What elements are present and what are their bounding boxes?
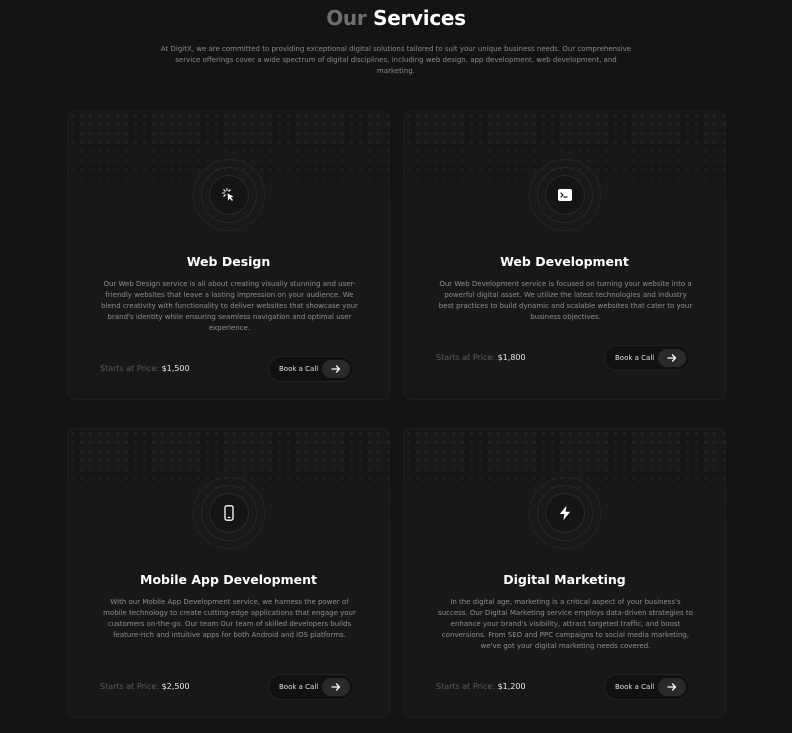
page-title: Our Services: [0, 6, 792, 30]
arrow-right-icon: [322, 360, 350, 378]
card-description: With our Mobile App Development service,…: [103, 598, 356, 639]
button-label: Book a Call: [615, 354, 655, 362]
price-value: $1,200: [497, 682, 526, 691]
service-card-web-development: Web Development Our Web Development serv…: [403, 110, 726, 400]
card-title: Digital Marketing: [503, 572, 626, 587]
price-line: Starts at Price: $1,200: [436, 682, 526, 691]
book-a-call-button[interactable]: Book a Call: [268, 356, 354, 382]
services-page: Our Services At DigitX, we are committed…: [0, 0, 792, 733]
card-description: Our Web Development service is focused o…: [438, 280, 693, 321]
mobile-phone-icon: [221, 505, 237, 521]
card-description: Our Web Design service is all about crea…: [101, 280, 358, 332]
book-a-call-button[interactable]: Book a Call: [604, 674, 690, 700]
service-card-web-design: Web Design Our Web Design service is all…: [67, 110, 390, 400]
page-title-main: Services: [373, 6, 466, 30]
book-a-call-button[interactable]: Book a Call: [268, 674, 354, 700]
price-value: $1,800: [497, 353, 526, 362]
price-value: $2,500: [161, 682, 190, 691]
price-line: Starts at Price: $2,500: [100, 682, 190, 691]
price-label: Starts at Price:: [436, 353, 496, 362]
book-a-call-button[interactable]: Book a Call: [604, 345, 690, 371]
price-label: Starts at Price:: [100, 682, 160, 691]
card-title: Web Design: [186, 254, 271, 269]
lightning-bolt-icon: [557, 505, 573, 521]
card-title: Mobile App Development: [140, 572, 317, 587]
card-description: In the digital age, marketing is a criti…: [438, 598, 693, 650]
service-card-digital-marketing: Digital Marketing In the digital age, ma…: [403, 428, 726, 718]
arrow-right-icon: [658, 678, 686, 696]
arrow-right-icon: [322, 678, 350, 696]
price-line: Starts at Price: $1,800: [436, 353, 526, 362]
button-label: Book a Call: [279, 683, 319, 691]
price-line: Starts at Price: $1,500: [100, 364, 190, 373]
button-label: Book a Call: [279, 365, 319, 373]
price-label: Starts at Price:: [436, 682, 496, 691]
service-card-mobile-app-development: Mobile App Development With our Mobile A…: [67, 428, 390, 718]
arrow-right-icon: [658, 349, 686, 367]
price-value: $1,500: [161, 364, 190, 373]
cursor-click-icon: [221, 187, 237, 203]
terminal-icon: [557, 187, 573, 203]
page-title-prefix: Our: [326, 6, 367, 30]
card-title: Web Development: [500, 254, 629, 269]
page-intro: At DigitX, we are committed to providing…: [160, 45, 632, 75]
price-label: Starts at Price:: [100, 364, 160, 373]
button-label: Book a Call: [615, 683, 655, 691]
